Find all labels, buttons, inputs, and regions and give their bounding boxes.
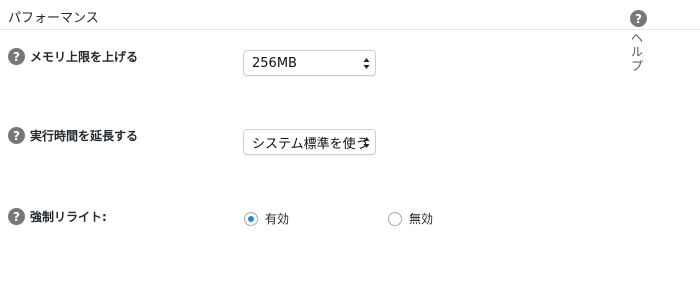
help-label[interactable]: ヘルプ	[630, 31, 645, 73]
memory-limit-label: メモリ上限を上げる	[30, 50, 139, 64]
help-tab[interactable]: ? ヘルプ	[630, 10, 650, 73]
question-icon[interactable]: ?	[8, 208, 25, 225]
question-icon[interactable]: ?	[8, 127, 25, 144]
memory-limit-row: ? メモリ上限を上げる	[8, 48, 138, 65]
execution-time-label: 実行時間を延長する	[30, 129, 139, 143]
panel-title: パフォーマンス	[8, 11, 99, 26]
select-arrows-icon	[363, 137, 370, 148]
execution-time-row: ? 実行時間を延長する	[8, 127, 138, 144]
question-icon[interactable]: ?	[8, 48, 25, 65]
disable-radio[interactable]	[388, 211, 402, 226]
execution-time-value: システム標準を使う	[252, 136, 369, 152]
execution-time-select[interactable]: システム標準を使う	[243, 129, 376, 155]
enable-radio[interactable]	[244, 211, 258, 226]
disable-radio-label[interactable]: 無効	[409, 210, 433, 227]
memory-limit-value: 256MB	[252, 55, 297, 71]
force-rewrite-disable-option[interactable]: 無効	[388, 210, 433, 227]
select-arrows-icon	[363, 58, 370, 69]
force-rewrite-enable-option[interactable]: 有効	[244, 210, 289, 227]
force-rewrite-row: ? 強制リライト:	[8, 208, 107, 225]
memory-limit-select[interactable]: 256MB	[243, 50, 376, 76]
enable-radio-label[interactable]: 有効	[265, 210, 289, 227]
performance-panel: パフォーマンス ? ヘルプ ? メモリ上限を上げる 256MB ? 実行時間を延…	[0, 0, 700, 292]
panel-header: パフォーマンス	[0, 0, 700, 30]
force-rewrite-label: 強制リライト:	[30, 210, 107, 224]
help-question-icon[interactable]: ?	[630, 10, 647, 27]
